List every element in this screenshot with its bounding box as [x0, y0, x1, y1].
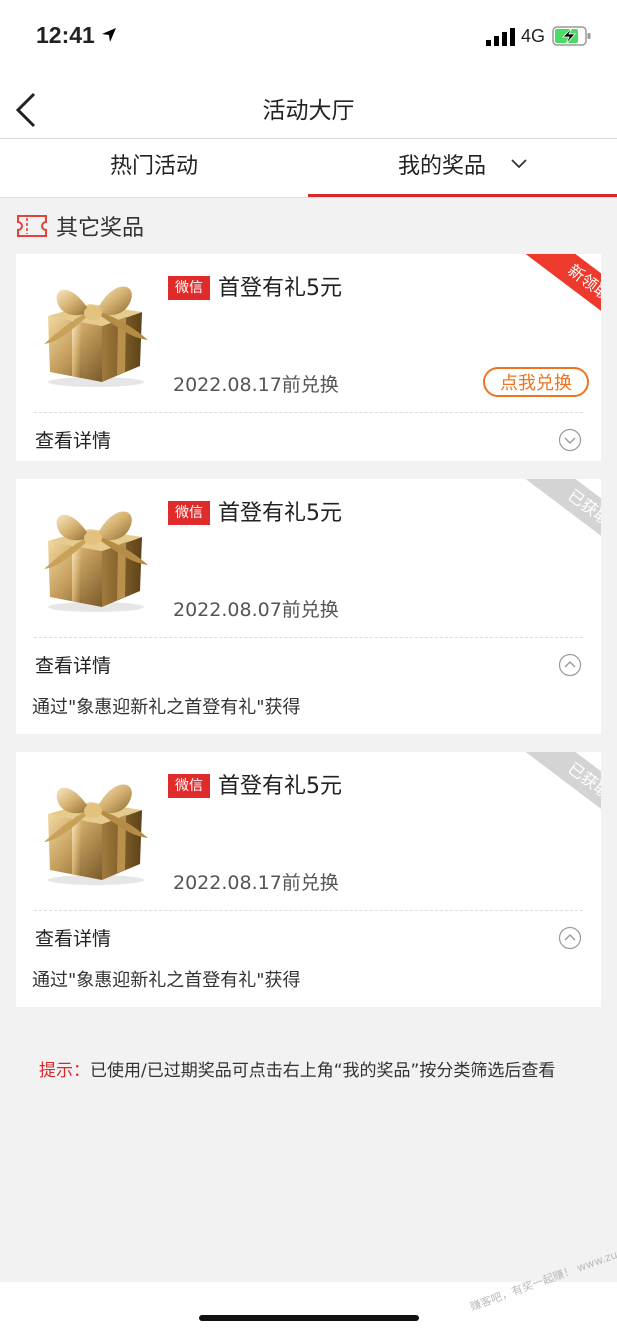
status-ribbon: 已获取	[517, 479, 601, 543]
prize-expiry: 2022.08.07前兑换	[173, 599, 339, 621]
nav-bar: 活动大厅	[0, 76, 617, 139]
status-ribbon: 已获取	[517, 752, 601, 816]
divider	[34, 637, 583, 638]
prize-title: 首登有礼5元	[218, 774, 342, 799]
prize-expiry: 2022.08.17前兑换	[173, 872, 339, 894]
view-details-link[interactable]: 查看详情	[35, 426, 111, 453]
chevron-down-icon	[511, 159, 527, 169]
prize-card: 微信 首登有礼5元 2022.08.17前兑换 点我兑换 新领取 查看详情	[16, 254, 601, 461]
hint-text: 提示：已使用/已过期奖品可点击右上角“我的奖品”按分类筛选后查看	[39, 1056, 555, 1081]
page-title: 活动大厅	[262, 98, 355, 124]
view-details-link[interactable]: 查看详情	[35, 924, 111, 951]
gift-box-image	[30, 766, 160, 886]
tab-label: 我的奖品	[397, 154, 486, 179]
tab-hot-activities[interactable]: 热门活动	[0, 139, 308, 197]
prize-expiry: 2022.08.17前兑换	[173, 374, 339, 396]
wechat-tag: 微信	[168, 501, 210, 525]
battery-charging-icon	[552, 26, 591, 46]
chevron-up-circle-icon[interactable]	[558, 926, 582, 950]
status-time: 12:41	[36, 22, 95, 48]
home-indicator	[199, 1315, 419, 1321]
status-ribbon: 新领取	[517, 254, 601, 318]
ticket-icon	[17, 215, 47, 237]
ribbon-label: 新领取	[524, 254, 601, 318]
network-label: 4G	[521, 26, 546, 46]
gift-box-image	[30, 268, 160, 388]
gift-box-image	[30, 493, 160, 613]
location-arrow-icon	[100, 26, 118, 48]
prize-card: 微信 首登有礼5元 2022.08.17前兑换 已获取 查看详情 通过"象惠迎新…	[16, 752, 601, 1007]
wechat-tag: 微信	[168, 774, 210, 798]
section-title: 其它奖品	[56, 216, 145, 241]
view-details-link[interactable]: 查看详情	[35, 651, 111, 678]
tab-my-prizes[interactable]: 我的奖品	[308, 139, 617, 197]
divider	[34, 910, 583, 911]
chevron-up-circle-icon[interactable]	[558, 653, 582, 677]
hint-label: 提示：	[39, 1061, 90, 1081]
prize-source-text: 通过"象惠迎新礼之首登有礼"获得	[32, 697, 301, 718]
signal-icon	[486, 28, 515, 46]
status-bar: 12:41 4G	[0, 0, 617, 76]
ribbon-label: 已获取	[524, 752, 601, 816]
prize-title: 首登有礼5元	[218, 501, 342, 526]
hint-body: 已使用/已过期奖品可点击右上角“我的奖品”按分类筛选后查看	[90, 1061, 556, 1081]
tab-label: 热门活动	[109, 154, 198, 179]
prize-source-text: 通过"象惠迎新礼之首登有礼"获得	[32, 970, 301, 991]
redeem-button[interactable]: 点我兑换	[483, 367, 589, 397]
tab-bar: 热门活动 我的奖品	[0, 139, 617, 198]
prize-card: 微信 首登有礼5元 2022.08.07前兑换 已获取 查看详情 通过"象惠迎新…	[16, 479, 601, 734]
wechat-tag: 微信	[168, 276, 210, 300]
ribbon-label: 已获取	[524, 479, 601, 543]
active-tab-underline	[308, 194, 617, 197]
chevron-down-circle-icon[interactable]	[558, 428, 582, 452]
prize-title: 首登有礼5元	[218, 276, 342, 301]
divider	[34, 412, 583, 413]
